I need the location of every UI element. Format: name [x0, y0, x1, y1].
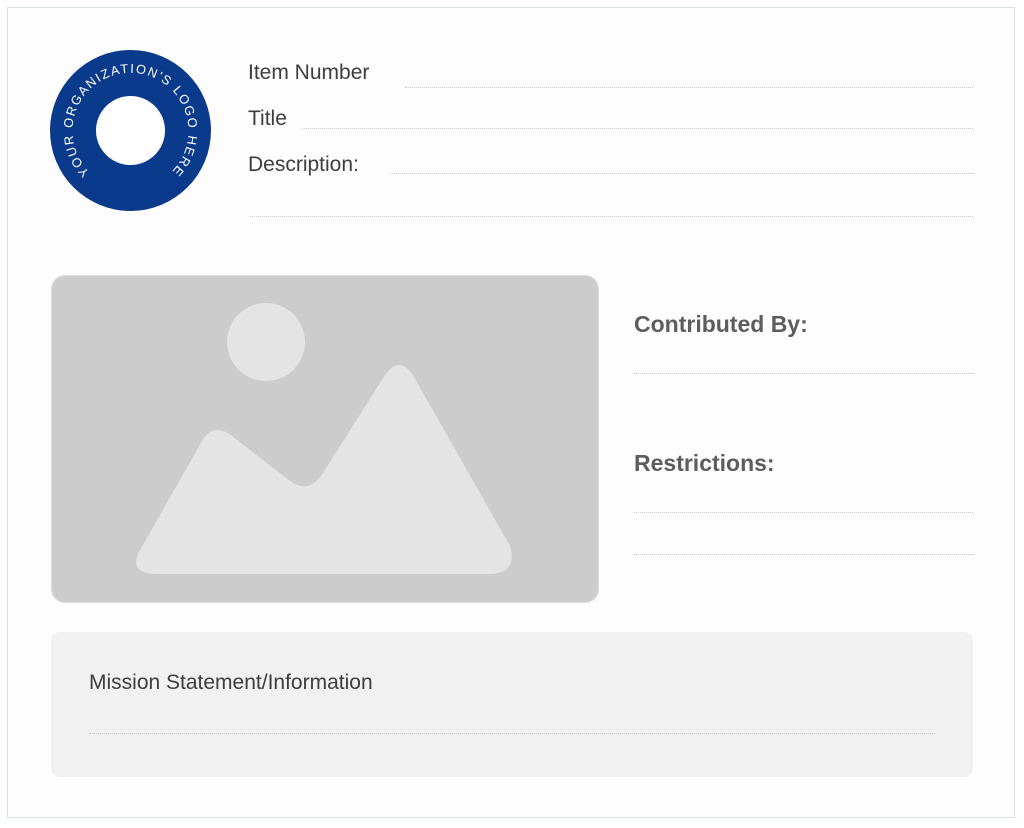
description-line-2[interactable]	[250, 216, 973, 217]
mission-line[interactable]	[89, 733, 935, 734]
item-number-label: Item Number	[248, 61, 370, 84]
organization-logo: YOUR ORGANIZATION'S LOGO HERE	[50, 50, 211, 211]
item-number-line[interactable]	[405, 87, 973, 88]
photo-placeholder[interactable]	[51, 275, 599, 603]
mission-box: Mission Statement/Information	[51, 632, 973, 777]
image-placeholder-icon	[136, 303, 512, 574]
description-label: Description:	[248, 153, 359, 176]
mission-label: Mission Statement/Information	[89, 671, 373, 694]
title-label: Title	[248, 107, 287, 130]
restrictions-line-2[interactable]	[634, 554, 973, 555]
restrictions-line-1[interactable]	[634, 512, 973, 513]
contributed-by-label: Contributed By:	[634, 311, 808, 337]
title-line[interactable]	[302, 128, 973, 129]
contributed-by-line[interactable]	[634, 373, 973, 374]
description-line-1[interactable]	[390, 173, 973, 174]
restrictions-label: Restrictions:	[634, 450, 775, 476]
